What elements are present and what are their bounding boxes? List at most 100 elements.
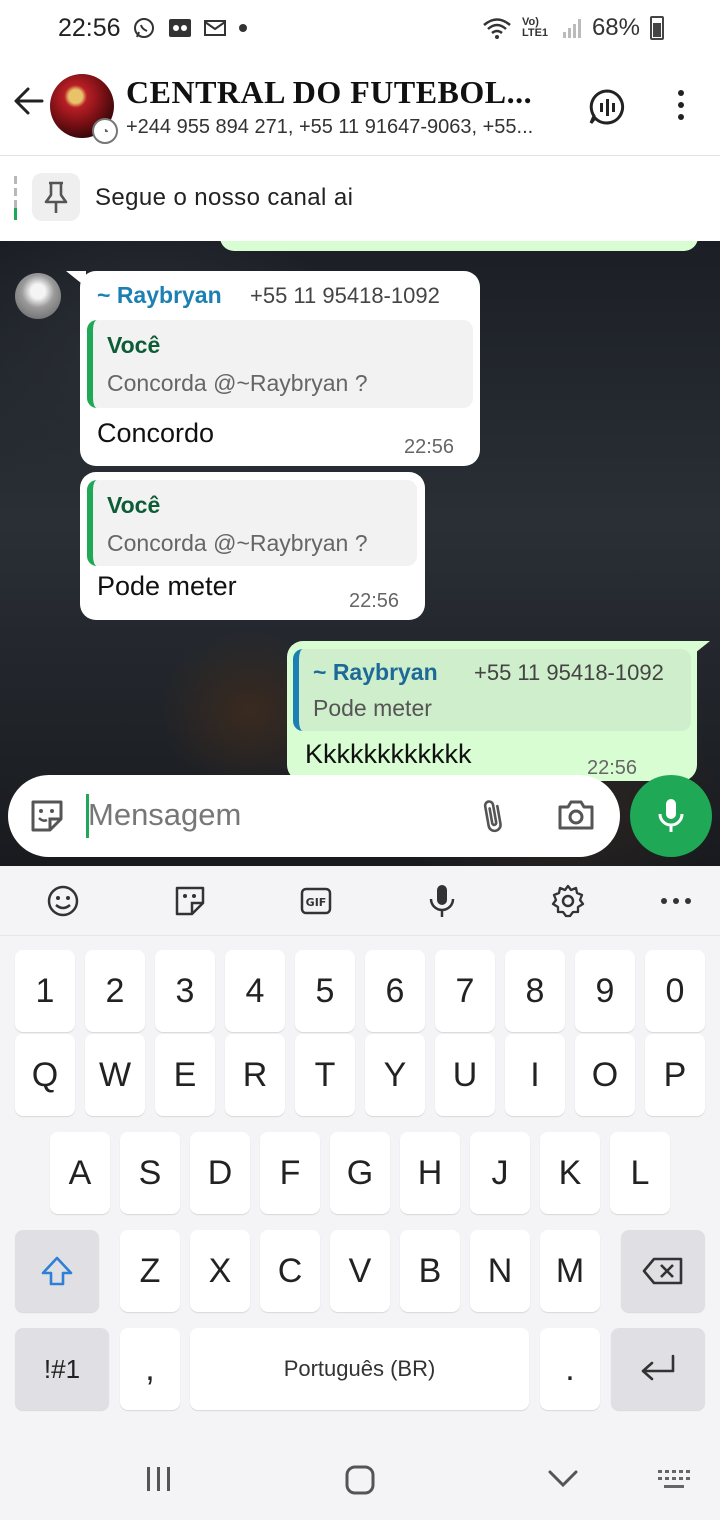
key-t[interactable]: T (295, 1034, 355, 1116)
quote-phone: +55 11 95418-1092 (474, 660, 664, 685)
voicemail-icon (169, 19, 191, 37)
sender-avatar[interactable] (15, 273, 61, 319)
voice-input-icon[interactable] (423, 882, 461, 920)
key-1[interactable]: 1 (15, 950, 75, 1032)
wifi-icon (483, 18, 511, 39)
sender-phone: +55 11 95418-1092 (250, 283, 440, 308)
message-bubble-incoming[interactable]: Você Concorda @~Raybryan ? Pode meter 22… (80, 472, 425, 620)
symbols-key[interactable]: !#1 (15, 1328, 109, 1410)
shift-key[interactable] (15, 1230, 99, 1312)
quoted-message[interactable]: Você Concorda @~Raybryan ? (87, 480, 417, 566)
keyboard: GIF 1 2 3 4 5 6 7 8 9 0 Q W E R T Y U I … (0, 866, 720, 1440)
message-time: 22:56 (349, 590, 400, 612)
backspace-key[interactable] (621, 1230, 705, 1312)
chat-area[interactable]: ~ Raybryan +55 11 95418-1092 Você Concor… (0, 241, 720, 866)
key-0[interactable]: 0 (645, 950, 705, 1032)
key-z[interactable]: Z (120, 1230, 180, 1312)
key-l[interactable]: L (610, 1132, 670, 1214)
battery-percent: 68% (591, 14, 640, 41)
enter-icon (641, 1354, 675, 1381)
more-options-icon[interactable] (666, 88, 696, 122)
space-key[interactable]: Português (BR) (190, 1328, 529, 1410)
key-h[interactable]: H (400, 1132, 460, 1214)
key-m[interactable]: M (540, 1230, 600, 1312)
key-u[interactable]: U (435, 1034, 495, 1116)
key-9[interactable]: 9 (575, 950, 635, 1032)
quote-author: Você (107, 332, 161, 358)
chat-title[interactable]: CENTRAL DO FUTEBOL... (126, 74, 532, 111)
keyboard-hide-icon[interactable] (656, 1468, 692, 1492)
message-bubble-incoming[interactable]: ~ Raybryan +55 11 95418-1092 Você Concor… (80, 271, 480, 466)
gif-icon[interactable]: GIF (297, 882, 335, 920)
key-b[interactable]: B (400, 1230, 460, 1312)
key-d[interactable]: D (190, 1132, 250, 1214)
whatsapp-icon (134, 18, 154, 38)
message-composer[interactable]: Mensagem (8, 775, 620, 857)
status-bar: 22:56 Vo) LTE1 68% (0, 0, 720, 60)
sticker-icon[interactable] (28, 797, 66, 835)
key-e[interactable]: E (155, 1034, 215, 1116)
back-chevron-icon[interactable] (548, 1470, 578, 1488)
key-4[interactable]: 4 (225, 950, 285, 1032)
key-r[interactable]: R (225, 1034, 285, 1116)
key-f[interactable]: F (260, 1132, 320, 1214)
quoted-message[interactable]: ~ Raybryan +55 11 95418-1092 Pode meter (293, 649, 691, 731)
key-a[interactable]: A (50, 1132, 110, 1214)
home-icon[interactable] (344, 1464, 376, 1496)
message-text: Pode meter (97, 571, 237, 601)
back-arrow-icon[interactable] (12, 84, 46, 118)
attach-icon[interactable] (476, 795, 510, 837)
emoji-icon[interactable] (44, 882, 82, 920)
key-c[interactable]: C (260, 1230, 320, 1312)
camera-icon[interactable] (556, 795, 596, 835)
more-icon[interactable] (657, 882, 695, 920)
recent-apps-icon[interactable] (145, 1466, 173, 1492)
comma-key[interactable]: , (120, 1328, 180, 1410)
pinned-message[interactable]: Segue o nosso canal ai (0, 155, 720, 241)
microphone-icon (658, 799, 684, 832)
key-q[interactable]: Q (15, 1034, 75, 1116)
signal-icon (562, 19, 581, 38)
disappearing-timer-icon: ◔ (92, 118, 118, 144)
svg-text:GIF: GIF (306, 896, 327, 909)
key-x[interactable]: X (190, 1230, 250, 1312)
shift-icon (41, 1256, 73, 1286)
key-s[interactable]: S (120, 1132, 180, 1214)
key-v[interactable]: V (330, 1230, 390, 1312)
key-7[interactable]: 7 (435, 950, 495, 1032)
key-o[interactable]: O (575, 1034, 635, 1116)
key-8[interactable]: 8 (505, 950, 565, 1032)
quote-text: Concorda @~Raybryan ? (107, 530, 368, 556)
key-k[interactable]: K (540, 1132, 600, 1214)
key-3[interactable]: 3 (155, 950, 215, 1032)
backspace-icon (642, 1257, 683, 1285)
voice-chat-icon[interactable] (588, 88, 626, 126)
enter-key[interactable] (611, 1328, 705, 1410)
key-i[interactable]: I (505, 1034, 565, 1116)
message-bubble-outgoing[interactable]: ~ Raybryan +55 11 95418-1092 Pode meter … (287, 641, 697, 781)
key-w[interactable]: W (85, 1034, 145, 1116)
message-input[interactable]: Mensagem (88, 797, 241, 833)
key-j[interactable]: J (470, 1132, 530, 1214)
sticker-icon[interactable] (171, 882, 209, 920)
quote-text: Pode meter (313, 695, 432, 721)
settings-gear-icon[interactable] (549, 882, 587, 920)
quoted-message[interactable]: Você Concorda @~Raybryan ? (87, 320, 473, 408)
notification-icons (132, 16, 248, 40)
voice-record-button[interactable] (630, 775, 712, 857)
key-n[interactable]: N (470, 1230, 530, 1312)
key-g[interactable]: G (330, 1132, 390, 1214)
key-5[interactable]: 5 (295, 950, 355, 1032)
pinned-text: Segue o nosso canal ai (95, 184, 354, 211)
sender-name[interactable]: ~ Raybryan (97, 282, 222, 309)
message-time: 22:56 (587, 757, 638, 779)
period-key[interactable]: . (540, 1328, 600, 1410)
chat-participants[interactable]: +244 955 894 271, +55 11 91647-9063, +55… (126, 116, 576, 139)
dot-icon (239, 24, 247, 32)
key-p[interactable]: P (645, 1034, 705, 1116)
navigation-bar (0, 1440, 720, 1520)
key-y[interactable]: Y (365, 1034, 425, 1116)
key-2[interactable]: 2 (85, 950, 145, 1032)
network-label: Vo) LTE1 (521, 16, 549, 39)
key-6[interactable]: 6 (365, 950, 425, 1032)
